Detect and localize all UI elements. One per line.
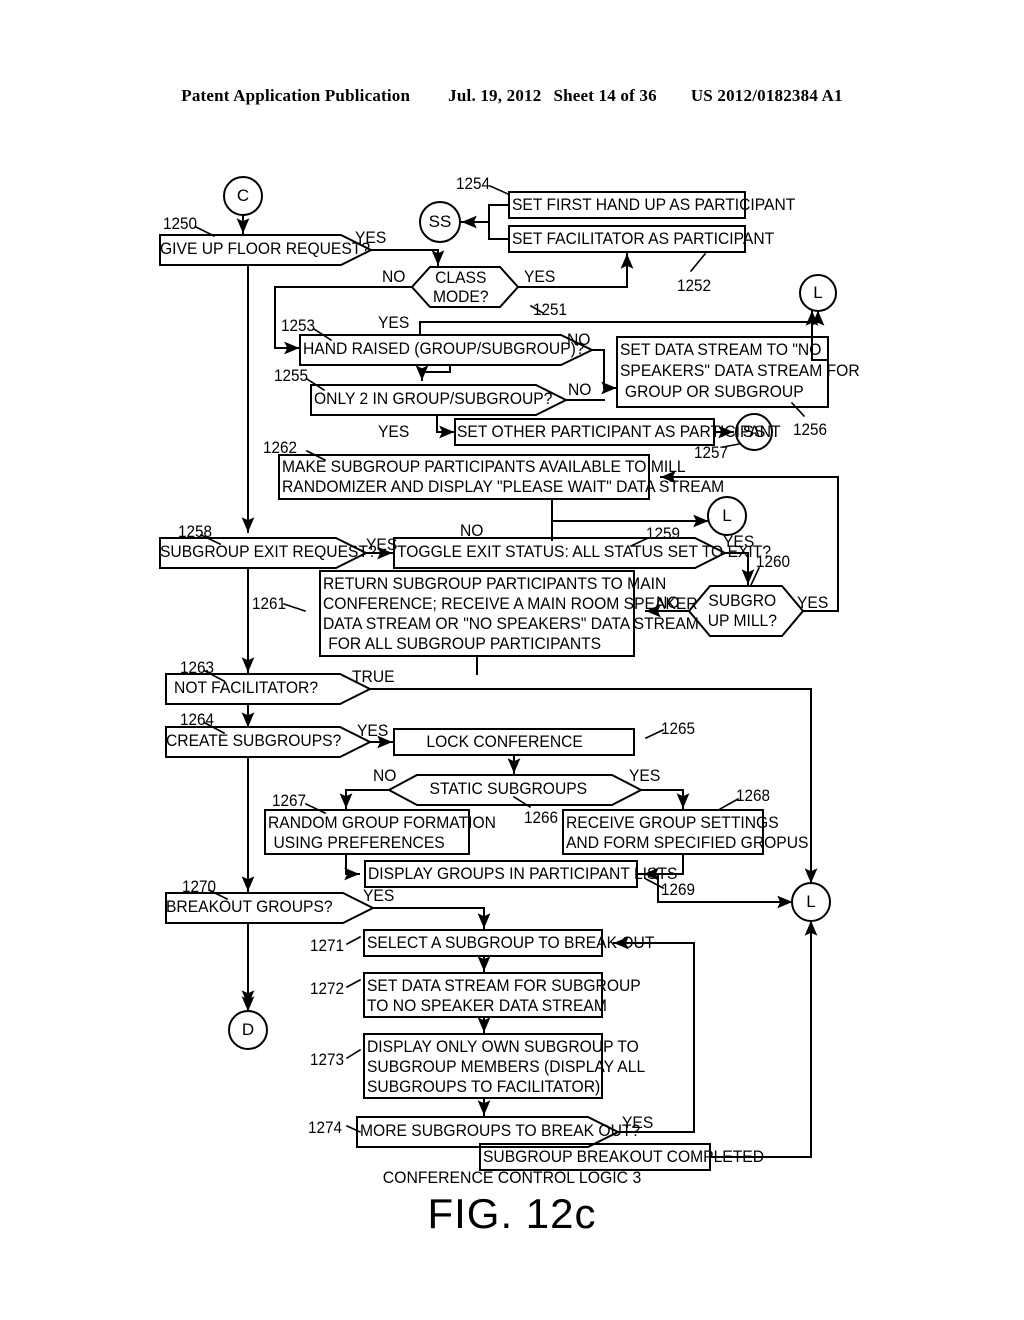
ref-1264: 1264 <box>180 710 215 729</box>
node-1256-label-line3: GROUP OR SUBGROUP <box>624 382 804 401</box>
edge-label-1260-yes: YES <box>797 593 829 612</box>
node-1259-label: TOGGLE EXIT STATUS: ALL STATUS SET TO EX… <box>397 542 772 561</box>
connector-ss-1: SS <box>428 212 452 231</box>
edge-label-1253-no: NO <box>567 330 591 349</box>
edge-label-1274-yes: YES <box>622 1113 654 1132</box>
node-1265-label: LOCK CONFERENCE <box>426 732 583 751</box>
figure-number-label: FIG. 12c <box>427 1190 597 1237</box>
node-1268-label-line2: AND FORM SPECIFIED GROPUS <box>566 833 809 852</box>
ref-1260: 1260 <box>756 552 791 571</box>
edge-label-1259-no: NO <box>460 521 484 540</box>
node-1263-label: NOT FACILITATOR? <box>174 678 319 697</box>
node-1260-label-line2: UP MILL? <box>707 611 777 630</box>
ref-1263: 1263 <box>180 658 215 677</box>
node-1251-label-line1: CLASS <box>435 268 487 287</box>
edge-label-1263-true: TRUE <box>352 667 395 686</box>
ref-1262: 1262 <box>263 438 298 457</box>
connector-l-1: L <box>813 283 823 302</box>
ref-1252: 1252 <box>677 276 712 295</box>
ref-1250: 1250 <box>163 214 198 233</box>
conference-control-logic-label: CONFERENCE CONTROL LOGIC 3 <box>382 1168 642 1187</box>
ref-1261: 1261 <box>252 594 287 613</box>
ref-1256: 1256 <box>793 420 828 439</box>
ref-1271: 1271 <box>310 936 345 955</box>
edge-label-1266-yes: YES <box>629 766 661 785</box>
edge-label-1259-yes: YES <box>723 532 755 551</box>
node-1275-label: SUBGROUP BREAKOUT COMPLETED <box>483 1147 765 1166</box>
ref-1268: 1268 <box>736 786 771 805</box>
edge-label-1258-yes: YES <box>366 535 398 554</box>
ref-1269: 1269 <box>661 880 696 899</box>
edge-label-1266-no: NO <box>373 766 397 785</box>
node-1271-label: SELECT A SUBGROUP TO BREAK OUT <box>367 933 655 952</box>
node-1258-label: SUBGROUP EXIT REQUEST? <box>160 542 377 561</box>
ref-1259: 1259 <box>646 524 681 543</box>
node-1264-label: CREATE SUBGROUPS? <box>166 731 342 750</box>
edge-label-1264-yes: YES <box>357 721 389 740</box>
node-1256-label-line1: SET DATA STREAM TO "NO <box>620 340 822 359</box>
ref-1267: 1267 <box>272 791 307 810</box>
node-1260-label-line1: SUBGRO <box>708 591 777 610</box>
ref-1273: 1273 <box>310 1050 345 1069</box>
node-1267-label-line1: RANDOM GROUP FORMATION <box>268 813 496 832</box>
node-1261-label-line2: CONFERENCE; RECEIVE A MAIN ROOM SPEAKER <box>323 594 698 613</box>
node-1262-label-line2: RANDOMIZER AND DISPLAY "PLEASE WAIT" DAT… <box>282 477 725 496</box>
node-1268-label-line1: RECEIVE GROUP SETTINGS <box>566 813 779 832</box>
ref-1274: 1274 <box>308 1118 343 1137</box>
ref-1251: 1251 <box>533 300 568 319</box>
ref-1254: 1254 <box>456 174 491 193</box>
connector-d: D <box>241 1020 255 1039</box>
node-1273-label-line3: SUBGROUPS TO FACILITATOR) <box>367 1077 601 1096</box>
node-1250-label: GIVE UP FLOOR REQUEST? <box>160 239 371 258</box>
node-1270-label: BREAKOUT GROUPS? <box>166 897 333 916</box>
ref-1257: 1257 <box>694 443 729 462</box>
node-1269-label: DISPLAY GROUPS IN PARTICIPANT LISTS <box>368 864 678 883</box>
ref-1270: 1270 <box>182 877 217 896</box>
connector-l-3: L <box>806 892 816 911</box>
ref-1266: 1266 <box>524 808 559 827</box>
node-1266-label: STATIC SUBGROUPS <box>429 779 588 798</box>
node-1274-label: MORE SUBGROUPS TO BREAK OUT? <box>360 1121 641 1140</box>
node-1272-label-line2: TO NO SPEAKER DATA STREAM <box>367 996 607 1015</box>
node-1267-label-line2: USING PREFERENCES <box>273 833 445 852</box>
edge-label-1255-no: NO <box>568 380 592 399</box>
connector-l-2: L <box>722 506 732 525</box>
node-1251-label-line2: MODE? <box>432 287 489 306</box>
flowchart-canvas: C SS SS L L L D GIVE UP FLOOR REQUEST? S… <box>0 0 1024 1320</box>
node-1261-label-line1: RETURN SUBGROUP PARTICIPANTS TO MAIN <box>323 574 667 593</box>
edge-label-1270-yes: YES <box>363 886 395 905</box>
edge-label-1253-yes: YES <box>378 313 410 332</box>
node-1272-label-line1: SET DATA STREAM FOR SUBGROUP <box>367 976 641 995</box>
node-1257-label: SET OTHER PARTICIPANT AS PARTICIPANT <box>457 422 781 441</box>
figure-logic-title: CONFERENCE CONTROL LOGIC 3 <box>0 1168 1024 1188</box>
node-1261-label-line4: FOR ALL SUBGROUP PARTICIPANTS <box>328 634 602 653</box>
edge-label-1250-yes: YES <box>355 228 387 247</box>
edge-label-1251-yes: YES <box>524 267 556 286</box>
ref-1265: 1265 <box>661 719 696 738</box>
node-1255-label: ONLY 2 IN GROUP/SUBGROUP? <box>314 389 553 408</box>
ref-1255: 1255 <box>274 366 309 385</box>
node-1273-label-line2: SUBGROUP MEMBERS (DISPLAY ALL <box>367 1057 646 1076</box>
node-1254-label: SET FIRST HAND UP AS PARTICIPANT <box>512 195 796 214</box>
ref-1272: 1272 <box>310 979 345 998</box>
node-1273-label-line1: DISPLAY ONLY OWN SUBGROUP TO <box>367 1037 639 1056</box>
node-1261-label-line3: DATA STREAM OR "NO SPEAKERS" DATA STREAM <box>323 614 699 633</box>
connector-c: C <box>236 186 250 205</box>
ref-1253: 1253 <box>281 316 316 335</box>
edge-label-1260-no: NO <box>656 593 680 612</box>
node-1253-label: HAND RAISED (GROUP/SUBGROUP)? <box>303 339 585 358</box>
node-1252-label: SET FACILITATOR AS PARTICIPANT <box>512 229 775 248</box>
edge-label-1251-no: NO <box>382 267 406 286</box>
ref-1258: 1258 <box>178 522 213 541</box>
node-1256-label-line2: SPEAKERS" DATA STREAM FOR <box>620 361 860 380</box>
node-1262-label-line1: MAKE SUBGROUP PARTICIPANTS AVAILABLE TO … <box>282 457 686 476</box>
edge-label-1255-yes: YES <box>378 422 410 441</box>
